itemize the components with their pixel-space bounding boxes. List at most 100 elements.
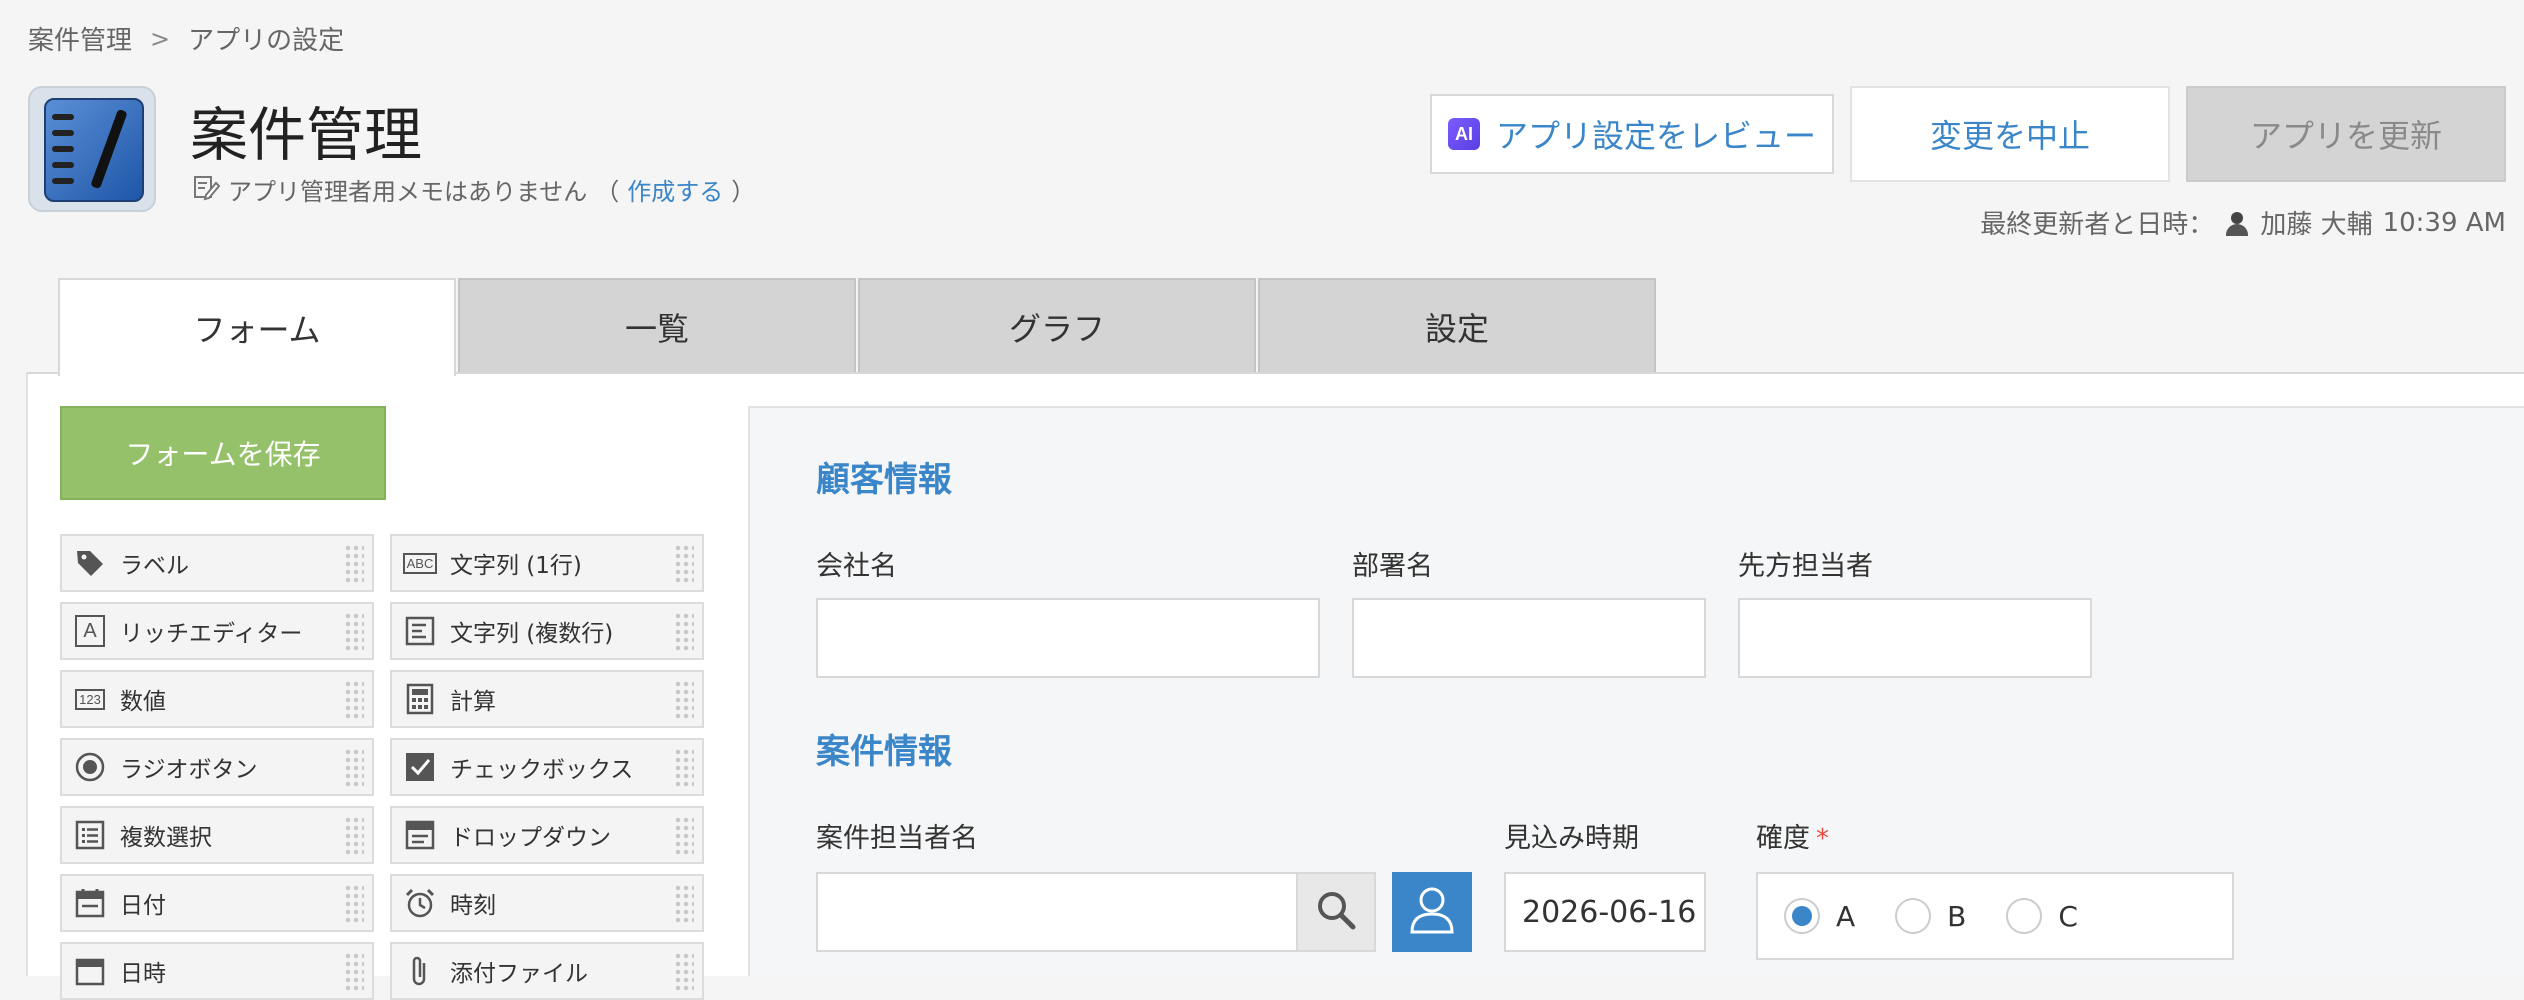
clock-icon <box>402 885 438 921</box>
tab-graph[interactable]: グラフ <box>858 278 1256 374</box>
page-title: 案件管理 <box>190 101 423 169</box>
palette-item-dropdown[interactable]: ドロップダウン <box>390 806 704 864</box>
memo-paren-close: ） <box>731 178 756 206</box>
memo-paren-open: （ <box>595 178 620 206</box>
tag-icon <box>72 545 108 581</box>
app-memo: アプリ管理者用メモはありません（作成する ） <box>192 172 755 207</box>
search-icon <box>1313 887 1359 937</box>
user-search-button[interactable] <box>1296 872 1376 952</box>
paperclip-icon <box>402 953 438 989</box>
palette-item-radio-button[interactable]: ラジオボタン <box>60 738 374 796</box>
deal-owner-field[interactable] <box>816 872 1298 952</box>
palette-item-multi-select[interactable]: 複数選択 <box>60 806 374 864</box>
radio-selected-icon <box>1784 898 1820 934</box>
palette-item-text: 数値 <box>120 689 166 715</box>
certainty-option-a[interactable]: A <box>1784 898 1855 934</box>
palette-item-text: 文字列 (複数行) <box>450 621 614 647</box>
rich-editor-icon: A <box>72 613 108 649</box>
certainty-option-b[interactable]: B <box>1895 898 1966 934</box>
radio-label: A <box>1836 899 1856 933</box>
company-label: 会社名 <box>816 551 897 582</box>
contact-field[interactable] <box>1738 598 2092 678</box>
abc-icon: ABC <box>402 545 438 581</box>
drag-handle-icon[interactable] <box>344 680 364 720</box>
palette-item-checkbox[interactable]: チェックボックス <box>390 738 704 796</box>
forecast-label: 見込み時期 <box>1504 823 1639 854</box>
palette-item-label[interactable]: ラベル <box>60 534 374 592</box>
palette-item-attachment[interactable]: 添付ファイル <box>390 942 704 1000</box>
palette-item-text: 文字列 (1行) <box>450 553 582 579</box>
drag-handle-icon[interactable] <box>674 884 694 924</box>
forecast-date-field[interactable]: 2026-06-16 <box>1504 872 1706 952</box>
department-field[interactable] <box>1352 598 1706 678</box>
palette-item-calculation[interactable]: 計算 <box>390 670 704 728</box>
drag-handle-icon[interactable] <box>344 612 364 652</box>
contact-label: 先方担当者 <box>1738 551 1873 582</box>
palette-item-text: 計算 <box>450 689 496 715</box>
datetime-icon <box>72 953 108 989</box>
memo-text: アプリ管理者用メモはありません <box>228 178 588 206</box>
palette-item-number[interactable]: 123 数値 <box>60 670 374 728</box>
update-app-button[interactable]: アプリを更新 <box>2186 86 2506 182</box>
breadcrumb: 案件管理 > アプリの設定 <box>28 20 344 57</box>
review-settings-button[interactable]: AI アプリ設定をレビュー <box>1430 94 1834 174</box>
drag-handle-icon[interactable] <box>674 612 694 652</box>
drag-handle-icon[interactable] <box>674 952 694 992</box>
tab-list[interactable]: 一覧 <box>458 278 856 374</box>
memo-create-link[interactable]: 作成する <box>627 172 723 207</box>
certainty-option-c[interactable]: C <box>2006 898 2078 934</box>
palette-item-text: 添付ファイル <box>450 961 588 987</box>
certainty-radio-group: A B C <box>1756 872 2234 960</box>
multi-select-icon <box>72 817 108 853</box>
palette-item-text: リッチエディター <box>120 621 303 647</box>
drag-handle-icon[interactable] <box>344 884 364 924</box>
drag-handle-icon[interactable] <box>344 544 364 584</box>
breadcrumb-root[interactable]: 案件管理 <box>28 20 132 57</box>
radio-icon <box>72 749 108 785</box>
drag-handle-icon[interactable] <box>344 748 364 788</box>
user-select-button[interactable] <box>1392 872 1472 952</box>
last-updated-user[interactable]: 加藤 大輔 <box>2260 204 2372 241</box>
drag-handle-icon[interactable] <box>344 952 364 992</box>
calendar-icon <box>72 885 108 921</box>
drag-handle-icon[interactable] <box>674 680 694 720</box>
palette-item-multi-line-text[interactable]: 文字列 (複数行) <box>390 602 704 660</box>
palette-item-time[interactable]: 時刻 <box>390 874 704 932</box>
tab-form[interactable]: フォーム <box>58 278 456 376</box>
last-updated-time: 10:39 AM <box>2382 207 2506 238</box>
user-avatar-icon <box>2224 210 2250 236</box>
drag-handle-icon[interactable] <box>674 816 694 856</box>
company-field[interactable] <box>816 598 1320 678</box>
app-icon <box>28 86 156 212</box>
section-deal-info[interactable]: 案件情報 <box>816 724 952 773</box>
breadcrumb-current: アプリの設定 <box>188 26 345 56</box>
palette-item-text: チェックボックス <box>450 757 634 783</box>
checkbox-icon <box>402 749 438 785</box>
palette-item-text: 時刻 <box>450 893 496 919</box>
palette-item-datetime[interactable]: 日時 <box>60 942 374 1000</box>
radio-label: C <box>2058 899 2078 933</box>
cancel-changes-button[interactable]: 変更を中止 <box>1850 86 2170 182</box>
required-mark: * <box>1816 824 1829 854</box>
palette-item-date[interactable]: 日付 <box>60 874 374 932</box>
radio-label: B <box>1947 899 1967 933</box>
palette-item-text: ドロップダウン <box>450 825 611 851</box>
breadcrumb-separator: > <box>150 24 171 53</box>
memo-edit-icon <box>192 173 221 207</box>
dropdown-icon <box>402 817 438 853</box>
palette-item-text: 複数選択 <box>120 825 212 851</box>
department-label: 部署名 <box>1352 551 1433 582</box>
drag-handle-icon[interactable] <box>344 816 364 856</box>
section-customer-info[interactable]: 顧客情報 <box>816 452 952 501</box>
palette-item-text: ラジオボタン <box>120 757 258 783</box>
certainty-label: 確度 * <box>1756 816 1829 855</box>
drag-handle-icon[interactable] <box>674 544 694 584</box>
review-settings-label: アプリ設定をレビュー <box>1495 117 1816 155</box>
drag-handle-icon[interactable] <box>674 748 694 788</box>
ai-icon: AI <box>1447 118 1480 150</box>
palette-item-rich-editor[interactable]: A リッチエディター <box>60 602 374 660</box>
palette-item-single-line-text[interactable]: ABC 文字列 (1行) <box>390 534 704 592</box>
palette-item-text: ラベル <box>120 553 189 579</box>
tab-settings[interactable]: 設定 <box>1258 278 1656 374</box>
save-form-button[interactable]: フォームを保存 <box>60 406 386 500</box>
